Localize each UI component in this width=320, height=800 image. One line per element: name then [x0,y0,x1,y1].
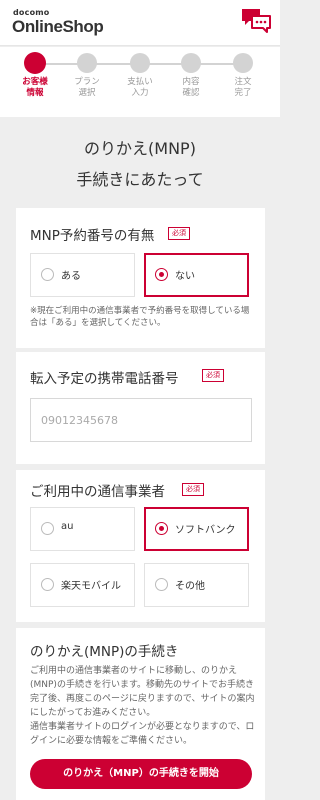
carrier-section: ご利用中の通信事業者 必須 au ソフトバンク 楽天モバイル その他 [16,470,265,622]
radio-carrier-softbank[interactable]: ソフトバンク [144,507,249,551]
mnp-procedure-title: のりかえ(MNP)の手続き [30,644,179,660]
step-dot [77,53,97,73]
step-label: 情報 [26,88,44,98]
page-title: のりかえ(MNP) 手続きにあたって [0,128,280,192]
step-payment: 支払い 入力 [115,53,165,99]
onlineshop-logo[interactable]: OnlineShop [12,17,104,37]
radio-circle-selected[interactable] [155,268,168,281]
description-paragraph: ご利用中の通信事業者のサイトに移動し、のりかえ(MNP)の手続きを行います。移動… [30,666,255,718]
step-label: 完了 [234,88,252,98]
radio-label: au [61,521,74,532]
phone-number-label: 転入予定の携帯電話番号 [30,371,179,387]
step-label: 入力 [131,88,149,98]
step-label: 内容 [182,77,200,87]
radio-mnp-no[interactable]: ない [144,253,249,297]
step-plan: プラン 選択 [62,53,112,99]
radio-carrier-other[interactable]: その他 [144,563,249,607]
page-title-line1: のりかえ(MNP) [84,139,196,158]
radio-circle[interactable] [41,268,54,281]
radio-carrier-rakuten[interactable]: 楽天モバイル [30,563,135,607]
radio-circle[interactable] [41,522,54,535]
radio-carrier-au[interactable]: au [30,507,135,551]
mnp-number-label: MNP予約番号の有無 [30,228,155,244]
step-label: お客様 [22,77,48,87]
required-badge: 必須 [202,369,224,382]
radio-circle-selected[interactable] [155,522,168,535]
step-label: 支払い [127,77,153,87]
step-dot [181,53,201,73]
step-confirm: 内容 確認 [166,53,216,99]
page-title-line2: 手続きにあたって [76,170,204,189]
phone-number-field[interactable] [30,398,252,442]
radio-label: ない [175,271,195,282]
progress-steps: お客様 情報 プラン 選択 支払い 入力 内容 確認 注文 完了 [0,47,280,117]
step-dot [233,53,253,73]
radio-circle[interactable] [41,578,54,591]
carrier-label: ご利用中の通信事業者 [30,484,165,500]
start-mnp-button[interactable]: のりかえ（MNP）の手続きを開始 [30,759,252,789]
step-dot [24,52,46,74]
radio-label: その他 [175,581,205,592]
mnp-number-section: MNP予約番号の有無 必須 ある ない ※現在ご利用中の通信事業者で予約番号を取… [16,208,265,348]
required-badge: 必須 [182,483,204,496]
radio-circle[interactable] [155,578,168,591]
step-complete: 注文 完了 [218,53,268,99]
step-label: 確認 [182,88,200,98]
chat-icon[interactable] [240,6,272,36]
step-label: プラン [74,77,100,87]
radio-label: 楽天モバイル [61,581,121,592]
description-paragraph: 通信事業者サイトのログインが必要となりますので、ログインに必要な情報をご準備くだ… [30,722,255,746]
radio-mnp-yes[interactable]: ある [30,253,135,297]
mnp-procedure-description: ご利用中の通信事業者のサイトに移動し、のりかえ(MNP)の手続きを行います。移動… [30,664,255,748]
step-label: 選択 [78,88,96,98]
phone-number-section: 転入予定の携帯電話番号 必須 [16,352,265,464]
radio-label: ある [61,271,81,282]
mnp-procedure-section: のりかえ(MNP)の手続き ご利用中の通信事業者のサイトに移動し、のりかえ(MN… [16,628,265,800]
step-label: 注文 [234,77,252,87]
docomo-logo-text: docomo [13,8,50,17]
mnp-note: ※現在ご利用中の通信事業者で予約番号を取得している場合は「ある」を選択してくださ… [30,306,250,328]
phone-number-input[interactable] [31,399,251,441]
step-customer-info: お客様 情報 [10,52,60,99]
required-badge: 必須 [168,227,190,240]
step-dot [130,53,150,73]
header: docomo OnlineShop [0,0,280,46]
radio-label: ソフトバンク [175,525,236,536]
